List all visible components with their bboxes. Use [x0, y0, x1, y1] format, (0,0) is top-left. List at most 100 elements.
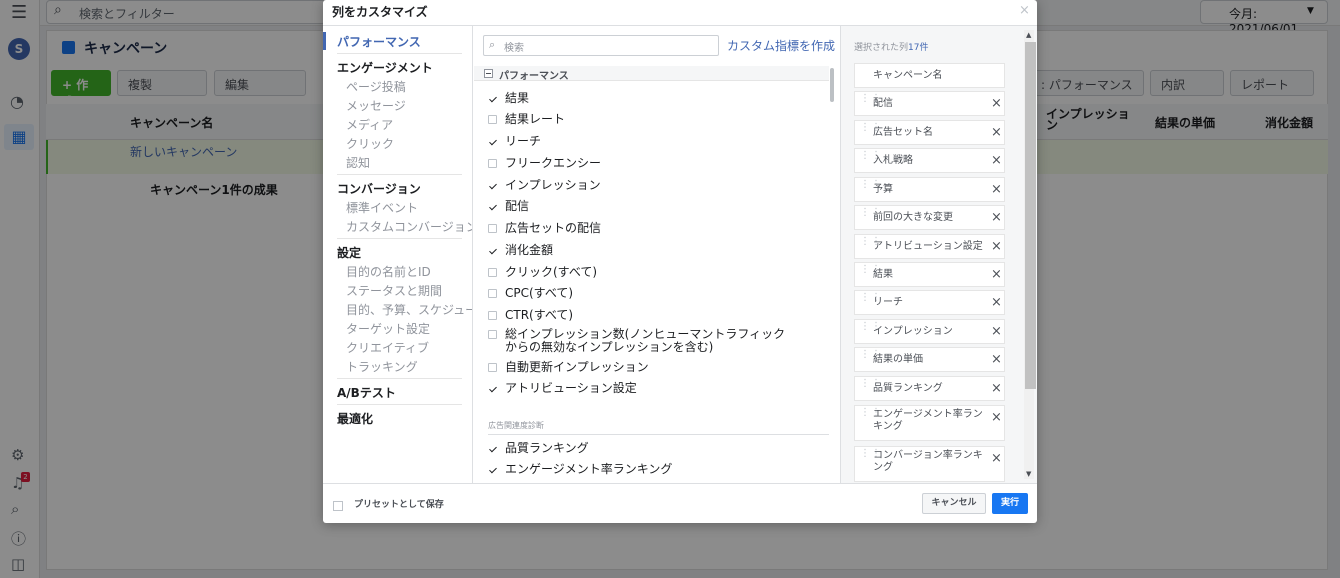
- remove-icon[interactable]: ×: [991, 182, 1002, 197]
- metric-row-adset-delivery[interactable]: 広告セットの配信: [488, 221, 818, 237]
- save-preset-label[interactable]: プリセットとして保存: [354, 497, 444, 510]
- create-custom-metric-link[interactable]: カスタム指標を作成: [727, 37, 835, 54]
- nav-performance[interactable]: パフォーマンス: [337, 33, 421, 50]
- nav-optimization[interactable]: 最適化: [337, 410, 373, 427]
- nav-item-awareness[interactable]: 認知: [346, 154, 370, 171]
- nav-item-tracking[interactable]: トラッキング: [346, 358, 418, 375]
- selected-column-quality-ranking[interactable]: ⋮⋮ 品質ランキング ×: [854, 376, 1005, 401]
- remove-icon[interactable]: ×: [991, 210, 1002, 225]
- metric-row-attribution-setting[interactable]: アトリビューション設定: [488, 381, 818, 397]
- selected-column-cost-per-result[interactable]: ⋮⋮ 結果の単価 ×: [854, 347, 1005, 372]
- drag-handle-icon[interactable]: ⋮⋮: [860, 265, 881, 280]
- nav-item-creative[interactable]: クリエイティブ: [346, 339, 429, 356]
- collapse-icon[interactable]: [484, 69, 493, 78]
- nav-item-clicks[interactable]: クリック: [346, 135, 394, 152]
- drag-handle-icon[interactable]: ⋮⋮: [860, 208, 881, 223]
- nav-settings[interactable]: 設定: [337, 244, 361, 261]
- metric-row-clicks-all[interactable]: クリック(すべて): [488, 265, 818, 281]
- run-button[interactable]: 実行: [992, 493, 1028, 514]
- nav-item-status-duration[interactable]: ステータスと期間: [346, 282, 442, 299]
- checkbox[interactable]: [488, 137, 497, 146]
- metric-row-delivery[interactable]: 配信: [488, 199, 818, 215]
- checkbox[interactable]: [488, 181, 497, 190]
- metric-row-quality-ranking[interactable]: 品質ランキング: [488, 441, 818, 457]
- drag-handle-icon[interactable]: ⋮⋮: [860, 322, 881, 337]
- drag-handle-icon[interactable]: ⋮⋮: [860, 94, 881, 109]
- selected-column-conversion-ranking[interactable]: ⋮⋮ コンバージョン率ランキング ×: [854, 446, 1005, 482]
- nav-item-objective-budget-schedule[interactable]: 目的、予算、スケジュール: [346, 301, 472, 318]
- remove-icon[interactable]: ×: [991, 352, 1002, 367]
- nav-item-custom-conversions[interactable]: カスタムコンバージョン: [346, 218, 472, 235]
- metric-row-result-rate[interactable]: 結果レート: [488, 112, 818, 128]
- metric-row-auto-refresh-impressions[interactable]: 自動更新インプレッション: [488, 360, 818, 376]
- nav-item-standard-events[interactable]: 標準イベント: [346, 199, 418, 216]
- remove-icon[interactable]: ×: [991, 451, 1002, 466]
- metric-row-engagement-ranking[interactable]: エンゲージメント率ランキング: [488, 462, 818, 478]
- remove-icon[interactable]: ×: [991, 295, 1002, 310]
- checkbox[interactable]: [488, 115, 497, 124]
- remove-icon[interactable]: ×: [991, 410, 1002, 425]
- nav-item-page-posts[interactable]: ページ投稿: [346, 78, 406, 95]
- metric-search-input[interactable]: ⌕ 検索: [483, 35, 719, 56]
- selected-column-delivery[interactable]: ⋮⋮ 配信 ×: [854, 91, 1005, 116]
- metric-row-ctr-all[interactable]: CTR(すべて): [488, 308, 818, 324]
- selected-column-bid-strategy[interactable]: ⋮⋮ 入札戦略 ×: [854, 148, 1005, 173]
- selected-column-budget[interactable]: ⋮⋮ 予算 ×: [854, 177, 1005, 202]
- metric-row-reach[interactable]: リーチ: [488, 134, 818, 150]
- checkbox[interactable]: [488, 465, 497, 474]
- drag-handle-icon[interactable]: ⋮⋮: [860, 350, 881, 365]
- remove-icon[interactable]: ×: [991, 381, 1002, 396]
- drag-handle-icon[interactable]: ⋮⋮: [860, 449, 881, 464]
- selected-column-impressions[interactable]: ⋮⋮ インプレッション ×: [854, 319, 1005, 344]
- checkbox[interactable]: [488, 246, 497, 255]
- remove-icon[interactable]: ×: [991, 125, 1002, 140]
- nav-item-messages[interactable]: メッセージ: [346, 97, 406, 114]
- remove-icon[interactable]: ×: [991, 96, 1002, 111]
- checkbox[interactable]: [488, 330, 497, 339]
- drag-handle-icon[interactable]: ⋮⋮: [860, 180, 881, 195]
- nav-conversion[interactable]: コンバージョン: [337, 180, 421, 197]
- checkbox[interactable]: [488, 384, 497, 393]
- selected-column-reach[interactable]: ⋮⋮ リーチ ×: [854, 290, 1005, 315]
- checkbox[interactable]: [488, 444, 497, 453]
- selected-scrollbar-thumb[interactable]: [1025, 42, 1036, 389]
- drag-handle-icon[interactable]: ⋮⋮: [860, 408, 881, 423]
- cancel-button[interactable]: キャンセル: [922, 493, 986, 514]
- close-icon[interactable]: ×: [1019, 3, 1030, 18]
- metric-row-cpc-all[interactable]: CPC(すべて): [488, 286, 818, 302]
- checkbox[interactable]: [488, 363, 497, 372]
- selected-column-adset-name[interactable]: ⋮⋮ 広告セット名 ×: [854, 120, 1005, 145]
- remove-icon[interactable]: ×: [991, 267, 1002, 282]
- section-header-performance[interactable]: パフォーマンス: [474, 66, 829, 82]
- metric-row-frequency[interactable]: フリークエンシー: [488, 156, 818, 172]
- nav-item-targeting[interactable]: ターゲット設定: [346, 320, 430, 337]
- metric-row-results[interactable]: 結果: [488, 91, 818, 107]
- selected-column-engagement-ranking[interactable]: ⋮⋮ エンゲージメント率ランキング ×: [854, 405, 1005, 441]
- scroll-down-icon[interactable]: ▼: [1026, 470, 1031, 478]
- remove-icon[interactable]: ×: [991, 153, 1002, 168]
- scroll-up-icon[interactable]: ▲: [1026, 31, 1031, 39]
- remove-icon[interactable]: ×: [991, 324, 1002, 339]
- checkbox[interactable]: [488, 224, 497, 233]
- checkbox[interactable]: [488, 159, 497, 168]
- checkbox[interactable]: [488, 311, 497, 320]
- checkbox[interactable]: [488, 94, 497, 103]
- list-scrollbar[interactable]: [830, 68, 834, 102]
- drag-handle-icon[interactable]: ⋮⋮: [860, 237, 881, 252]
- nav-item-media[interactable]: メディア: [346, 116, 393, 133]
- checkbox[interactable]: [488, 202, 497, 211]
- metric-row-amount-spent[interactable]: 消化金額: [488, 243, 818, 259]
- drag-handle-icon[interactable]: ⋮⋮: [860, 379, 881, 394]
- metric-row-gross-impressions[interactable]: 総インプレッション数(ノンヒューマントラフィック からの無効なインプレッションを含…: [488, 327, 818, 355]
- selected-column-last-significant-edit[interactable]: ⋮⋮ 前回の大きな変更 ×: [854, 205, 1005, 230]
- metric-row-impressions[interactable]: インプレッション: [488, 178, 818, 194]
- drag-handle-icon[interactable]: ⋮⋮: [860, 293, 881, 308]
- selected-column-results[interactable]: ⋮⋮ 結果 ×: [854, 262, 1005, 287]
- save-preset-checkbox[interactable]: [333, 501, 343, 511]
- selected-column-attribution-setting[interactable]: ⋮⋮ アトリビューション設定 ×: [854, 234, 1005, 259]
- nav-ab-test[interactable]: A/Bテスト: [337, 384, 396, 401]
- checkbox[interactable]: [488, 289, 497, 298]
- drag-handle-icon[interactable]: ⋮⋮: [860, 123, 881, 138]
- checkbox[interactable]: [488, 268, 497, 277]
- nav-engagement[interactable]: エンゲージメント: [337, 59, 433, 76]
